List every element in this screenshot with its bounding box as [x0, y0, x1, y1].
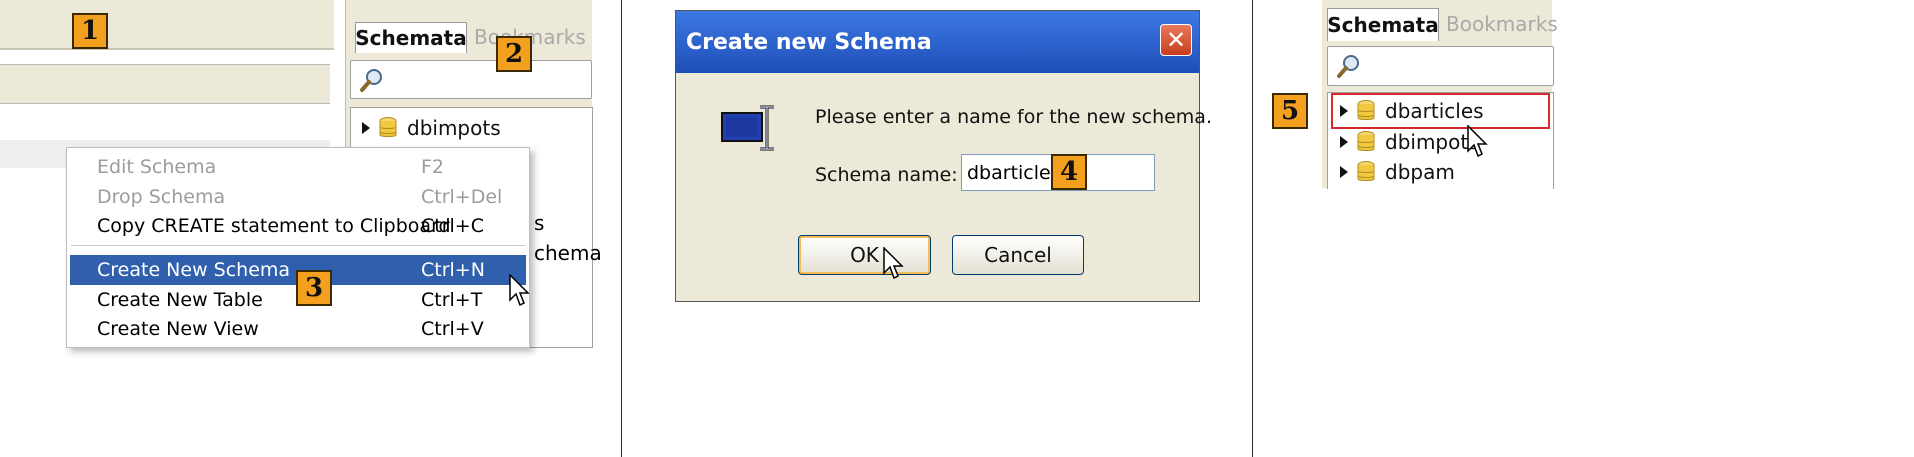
- menu-item-create-view[interactable]: Create New View Ctrl+V: [67, 314, 529, 344]
- menu-item-drop-schema[interactable]: Drop Schema Ctrl+Del: [67, 182, 529, 212]
- dialog-title-bar: Create new Schema: [676, 11, 1199, 73]
- search-input[interactable]: [1327, 46, 1554, 86]
- expand-arrow-icon[interactable]: [362, 122, 370, 134]
- tab-schemata[interactable]: Schemata: [355, 22, 467, 53]
- panel-divider-2: [1252, 0, 1253, 457]
- field-label: Schema name:: [815, 164, 958, 186]
- tab-bookmarks[interactable]: Bookmarks: [1438, 8, 1558, 40]
- menu-separator: [71, 245, 525, 246]
- tree-item-label: dbarticles: [1385, 99, 1484, 123]
- mouse-cursor-icon: [1467, 125, 1488, 158]
- tree-item[interactable]: dbimpots: [362, 113, 501, 143]
- tab-schemata[interactable]: Schemata: [1327, 8, 1439, 41]
- toolbar-area: [0, 0, 334, 48]
- database-icon: [1357, 131, 1375, 151]
- step-badge-4: 4: [1051, 154, 1087, 190]
- tree-item-label: dbimpots: [1385, 130, 1479, 154]
- step-badge-5: 5: [1272, 93, 1308, 129]
- editor-header: [0, 64, 330, 104]
- menu-item-copy-create[interactable]: Copy CREATE statement to Clipboard Ctrl+…: [67, 211, 529, 241]
- context-menu: Edit Schema F2 Drop Schema Ctrl+Del Copy…: [66, 147, 530, 348]
- tree-item-label: dbimpots: [407, 116, 501, 140]
- separator: [0, 48, 334, 50]
- ok-button[interactable]: OK: [798, 235, 931, 275]
- search-input[interactable]: [350, 60, 592, 99]
- rename-icon: [721, 105, 774, 151]
- cancel-button[interactable]: Cancel: [952, 235, 1084, 275]
- database-icon: [1357, 161, 1375, 181]
- mouse-cursor-icon: [509, 274, 530, 307]
- create-schema-dialog: Create new Schema ✕ Please enter a name …: [675, 10, 1212, 302]
- tree-item-partial-1: s: [534, 211, 545, 235]
- panel-divider-1: [621, 0, 622, 457]
- search-icon: [360, 69, 382, 92]
- expand-arrow-icon[interactable]: [1340, 105, 1348, 117]
- step-badge-1: 1: [72, 13, 108, 49]
- tree-item[interactable]: dbimpots: [1340, 127, 1479, 157]
- tree-item[interactable]: dbpam: [1340, 157, 1455, 187]
- schema-name-value: dbarticles: [967, 161, 1061, 184]
- mouse-cursor-icon: [883, 247, 904, 280]
- step-badge-2: 2: [496, 36, 532, 72]
- tree-item-label: dbpam: [1385, 160, 1455, 184]
- close-icon: ✕: [1165, 26, 1187, 54]
- close-button[interactable]: ✕: [1160, 24, 1192, 56]
- tree-item[interactable]: dbarticles: [1340, 96, 1484, 126]
- dialog-title: Create new Schema: [686, 29, 932, 55]
- step-badge-3: 3: [296, 270, 332, 306]
- expand-arrow-icon[interactable]: [1340, 136, 1348, 148]
- search-icon: [1337, 55, 1359, 78]
- database-icon: [1357, 100, 1375, 120]
- expand-arrow-icon[interactable]: [1340, 166, 1348, 178]
- menu-item-edit-schema[interactable]: Edit Schema F2: [67, 152, 529, 182]
- database-icon: [379, 117, 397, 137]
- dialog-message: Please enter a name for the new schema.: [815, 106, 1212, 128]
- tree-item-partial-2: chema: [534, 241, 602, 265]
